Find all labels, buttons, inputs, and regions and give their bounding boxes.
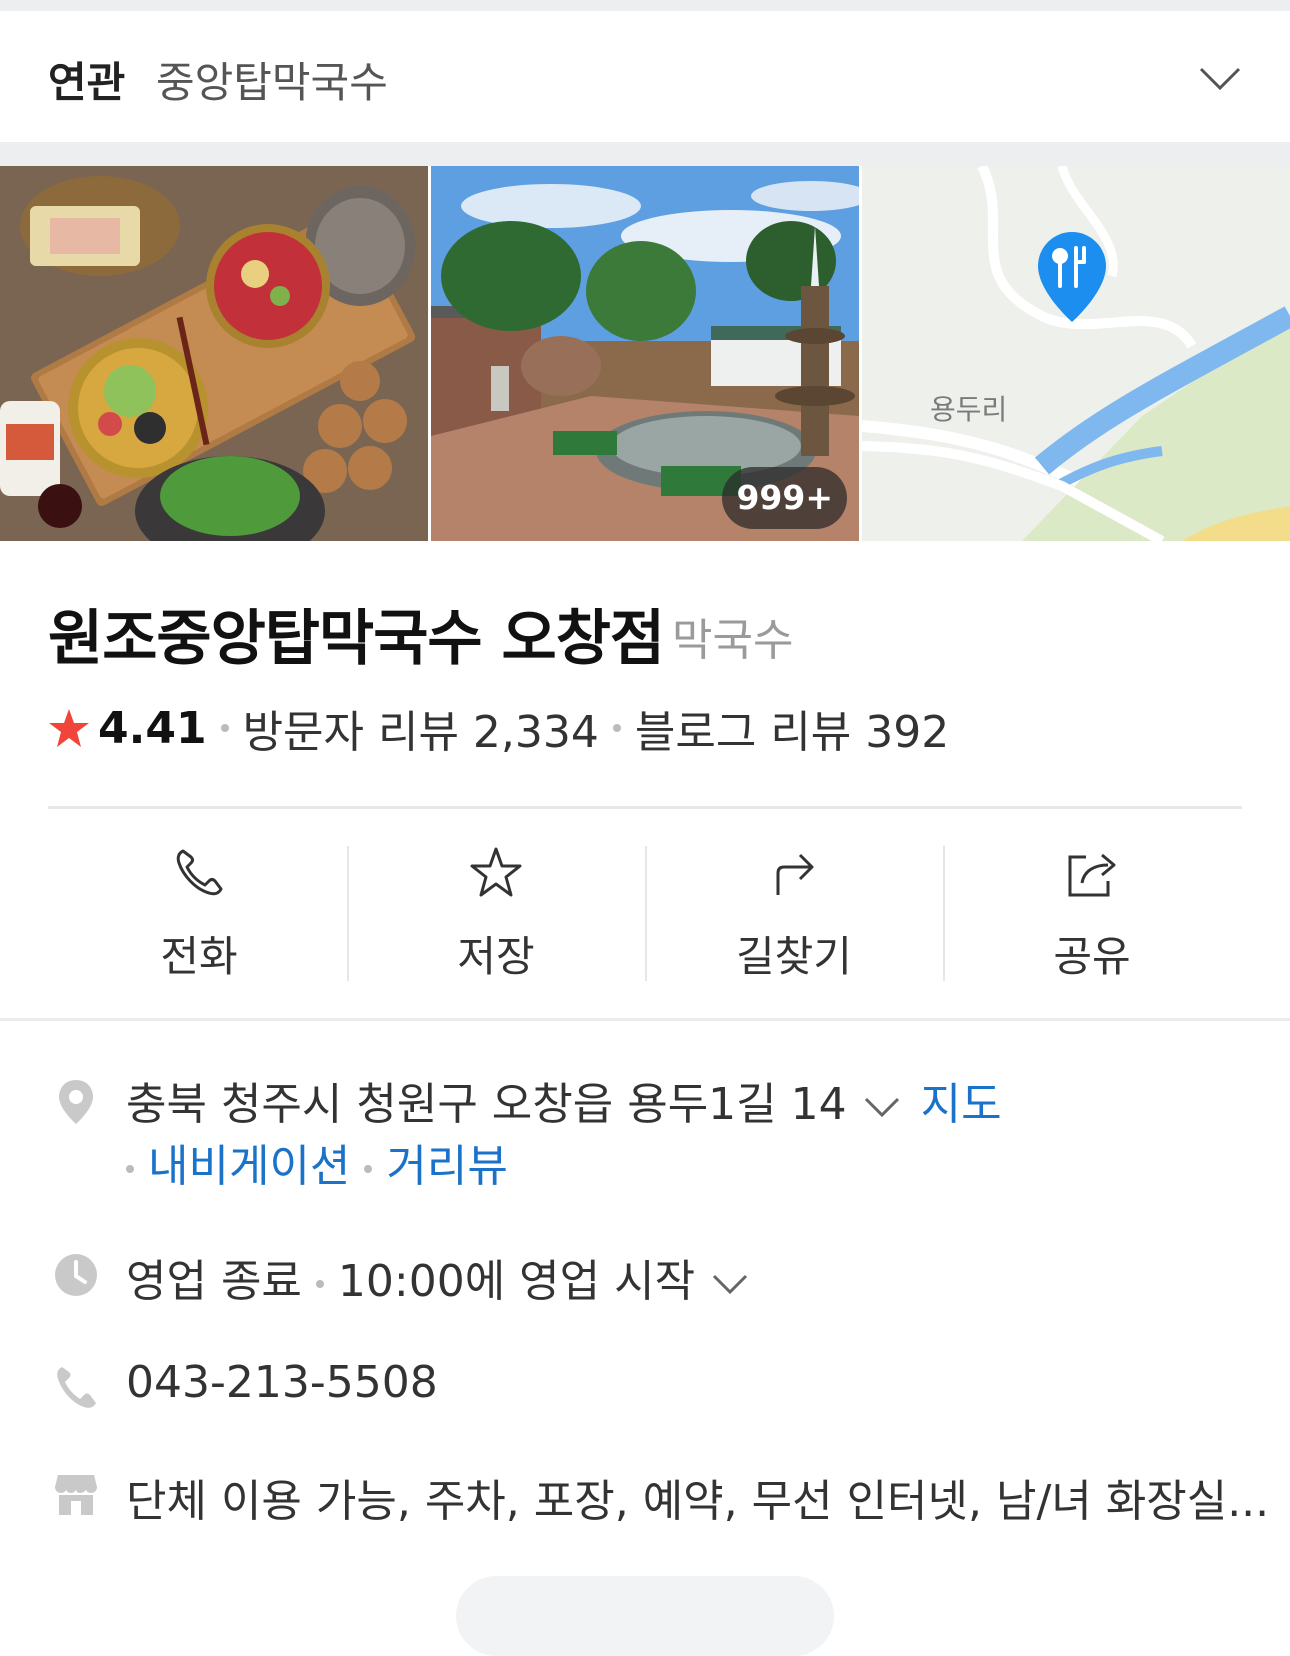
top-spacer bbox=[0, 0, 1290, 11]
map-thumbnail[interactable]: 용두리 bbox=[862, 166, 1290, 541]
separator-dot bbox=[220, 724, 229, 732]
separator-dot bbox=[364, 1165, 373, 1173]
address-text: 충북 청주시 청원구 오창읍 용두1길 14 bbox=[126, 1079, 847, 1130]
directions-button[interactable]: 길찾기 bbox=[645, 810, 943, 1020]
clock-icon bbox=[55, 1254, 97, 1296]
action-bar: 전화 저장 길찾기 공유 bbox=[0, 810, 1290, 1020]
phone-number[interactable]: 043-213-5508 bbox=[126, 1357, 438, 1408]
rating-star-icon bbox=[49, 709, 89, 747]
navigation-link[interactable]: 내비게이션 bbox=[148, 1141, 350, 1192]
amenities-text: 단체 이용 가능, 주차, 포장, 예약, 무선 인터넷, 남/녀 화장실... bbox=[126, 1476, 1270, 1527]
divider bbox=[0, 1018, 1290, 1021]
street-view-link[interactable]: 거리뷰 bbox=[386, 1141, 507, 1192]
chevron-down-icon[interactable] bbox=[863, 1095, 901, 1119]
food-photo[interactable] bbox=[0, 166, 428, 541]
save-label: 저장 bbox=[457, 932, 535, 981]
save-button[interactable]: 저장 bbox=[347, 810, 645, 1020]
blog-reviews-link[interactable]: 블로그 리뷰 392 bbox=[635, 696, 949, 760]
chevron-down-icon[interactable] bbox=[1198, 63, 1242, 93]
directions-label: 길찾기 bbox=[736, 932, 852, 981]
visitor-reviews-link[interactable]: 방문자 리뷰 2,334 bbox=[243, 696, 599, 760]
separator-dot bbox=[315, 1280, 324, 1288]
share-label: 공유 bbox=[1053, 932, 1131, 981]
address-links: 내비게이션 거리뷰 bbox=[126, 1130, 508, 1194]
map-link[interactable]: 지도 bbox=[921, 1079, 1002, 1130]
garden-photo[interactable]: 999+ bbox=[431, 166, 859, 541]
chevron-down-icon[interactable] bbox=[711, 1272, 749, 1296]
related-search-bar[interactable]: 연관 중앙탑막국수 bbox=[0, 11, 1290, 142]
store-icon bbox=[55, 1475, 97, 1515]
separator-dot bbox=[126, 1165, 134, 1173]
photo-strip: 999+ 용두리 bbox=[0, 166, 1290, 541]
location-pin-icon bbox=[59, 1080, 93, 1124]
place-name: 원조중앙탑막국수 오창점 bbox=[48, 604, 665, 674]
section-spacer bbox=[0, 142, 1290, 166]
phone-icon bbox=[176, 849, 223, 896]
call-label: 전화 bbox=[160, 932, 238, 981]
phone-icon bbox=[57, 1367, 96, 1408]
divider bbox=[48, 806, 1242, 809]
directions-icon bbox=[776, 853, 814, 895]
related-keyword[interactable]: 중앙탑막국수 bbox=[156, 49, 388, 110]
business-status: 영업 종료 bbox=[126, 1256, 302, 1307]
hours-line: 영업 종료 10:00에 영업 시작 bbox=[126, 1245, 769, 1309]
map-place-label: 용두리 bbox=[930, 393, 1008, 426]
call-button[interactable]: 전화 bbox=[50, 810, 348, 1020]
share-button[interactable]: 공유 bbox=[943, 810, 1241, 1020]
address-line: 충북 청주시 청원구 오창읍 용두1길 14 지도 bbox=[126, 1068, 1002, 1132]
photo-count-badge: 999+ bbox=[722, 467, 847, 529]
related-label: 연관 bbox=[48, 58, 126, 107]
rating-row: 4.41 방문자 리뷰 2,334 블로그 리뷰 392 bbox=[48, 700, 949, 758]
share-icon bbox=[1068, 853, 1116, 897]
rating-score: 4.41 bbox=[98, 702, 207, 754]
more-info-button[interactable] bbox=[456, 1576, 834, 1656]
opening-hours: 10:00에 영업 시작 bbox=[337, 1256, 696, 1307]
separator-dot bbox=[612, 724, 621, 732]
star-icon bbox=[470, 847, 522, 897]
place-category: 막국수 bbox=[672, 615, 794, 666]
